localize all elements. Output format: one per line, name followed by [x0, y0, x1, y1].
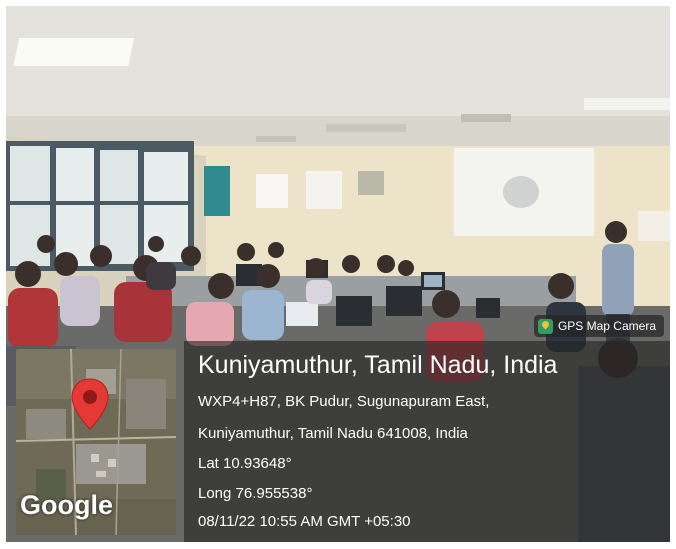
badge-label: GPS Map Camera: [557, 319, 656, 333]
map-thumbnail: Google: [16, 349, 176, 535]
gps-map-camera-icon: [537, 318, 553, 334]
location-pin-icon: [71, 378, 109, 430]
gps-map-camera-badge: GPS Map Camera: [533, 315, 664, 337]
gps-overlay: Google GPS Map Camera Kuniyamuthur, Tami…: [6, 315, 670, 542]
location-title: Kuniyamuthur, Tamil Nadu, India: [198, 351, 558, 379]
latitude: Lat 10.93648°: [198, 455, 292, 472]
longitude: Long 76.955538°: [198, 485, 313, 502]
timestamp: 08/11/22 10:55 AM GMT +05:30: [198, 513, 411, 530]
address-line-1: WXP4+H87, BK Pudur, Sugunapuram East,: [198, 393, 490, 410]
google-logo: Google: [20, 490, 113, 520]
photo-frame: Google GPS Map Camera Kuniyamuthur, Tami…: [6, 6, 670, 542]
location-info-panel: GPS Map Camera Kuniyamuthur, Tamil Nadu,…: [184, 315, 670, 542]
address-line-2: Kuniyamuthur, Tamil Nadu 641008, India: [198, 425, 468, 442]
